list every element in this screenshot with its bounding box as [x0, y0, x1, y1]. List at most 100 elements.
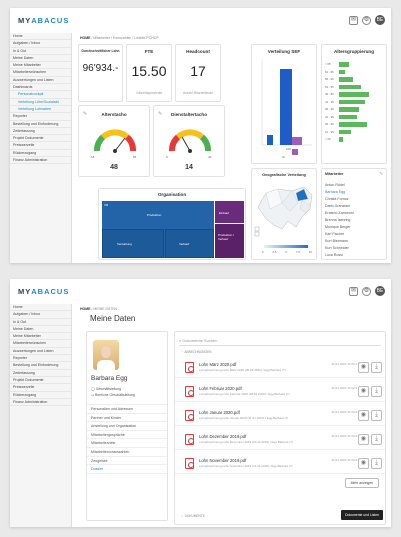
document-row[interactable]: Lohn November 2019.pdf Lohnabrechnung Loh…: [175, 454, 385, 474]
view-icon[interactable]: ◉: [358, 434, 369, 445]
avatar[interactable]: BE: [375, 15, 385, 25]
download-icon[interactable]: ⤓: [371, 458, 382, 469]
sidebar-item[interactable]: Personalcockpit: [10, 91, 71, 99]
age-bar: [339, 62, 349, 67]
sidebar-item[interactable]: Preiswerzeile: [10, 384, 71, 392]
document-name[interactable]: Lohn Februar 2020.pdf: [199, 386, 242, 391]
treemap-verwaltung[interactable]: [102, 229, 164, 258]
document-meta: Lohnabrechnung Lohn März 2020 (05.03.202…: [199, 368, 286, 372]
sidebar-item[interactable]: Rückerzugang: [10, 150, 71, 158]
list-item[interactable]: Kurt Biermann: [322, 238, 386, 245]
list-item[interactable]: Anton Rüdel: [322, 182, 386, 189]
treemap-verkauf[interactable]: [165, 229, 214, 258]
sidebar-item[interactable]: Rückerzugang: [10, 392, 71, 399]
sidebar-item[interactable]: Meine Mitarbeiter: [10, 62, 71, 70]
profile-menu-item[interactable]: Mitarbeitervorauszahlen: [87, 448, 167, 457]
sidebar-item[interactable]: Projekt Dokumente: [10, 377, 71, 385]
view-icon[interactable]: ◉: [358, 386, 369, 397]
download-icon[interactable]: ⤓: [371, 362, 382, 373]
profile-menu-item[interactable]: Mitarbeitergespräche: [87, 431, 167, 440]
document-row[interactable]: Lohn Februar 2020.pdf Lohnabrechnung Lohn…: [175, 382, 385, 402]
search-input[interactable]: ⌕ Dokumente Suchen: [179, 336, 381, 346]
document-name[interactable]: Lohn März 2020.pdf: [199, 362, 236, 367]
list-item[interactable]: Dario Granziani: [322, 203, 386, 210]
view-icon[interactable]: ◉: [358, 410, 369, 421]
download-icon[interactable]: ⤓: [371, 434, 382, 445]
sidebar-item[interactable]: Reporter: [10, 355, 71, 363]
sidebar-item[interactable]: Mitarbeiterwünschen: [10, 340, 71, 348]
sidebar-item[interactable]: Finanz Administration: [10, 399, 71, 407]
mail-icon[interactable]: ✉: [349, 15, 358, 25]
edit-icon[interactable]: ✎: [380, 171, 383, 176]
sidebar-item[interactable]: Projekt Dokumente: [10, 135, 71, 143]
age-bar-row: 31 - 35: [325, 114, 383, 122]
section-dokumente[interactable]: ⌄ DOKUMENTE: [181, 514, 205, 518]
sidebar-item[interactable]: Aufgaben / Inbox: [10, 40, 71, 48]
sidebar-item[interactable]: Zeiterfassung: [10, 370, 71, 377]
profile-menu-item[interactable]: Personalien und Adressen: [87, 405, 167, 414]
view-icon[interactable]: ◉: [358, 458, 369, 469]
settings-icon[interactable]: ⚙: [362, 286, 371, 296]
sef-legend-swatch: [292, 149, 298, 155]
profile-menu-item[interactable]: Partner und Kinder: [87, 414, 167, 423]
list-item[interactable]: Luca Rossi: [322, 252, 386, 259]
sidebar-item[interactable]: In & Out: [10, 48, 71, 55]
sidebar-item[interactable]: Preiswerzeile: [10, 142, 71, 150]
age-group-label: 56 - 60: [325, 77, 334, 81]
pdf-icon: [185, 362, 194, 373]
sidebar-item[interactable]: Zeiterfassung: [10, 128, 71, 136]
sidebar-item[interactable]: Reporter: [10, 113, 71, 121]
app-logo[interactable]: MYABACUS: [18, 16, 69, 25]
sidebar: Home Aufgaben / Inbox In & Out Meine Daten M…: [10, 304, 72, 527]
list-item[interactable]: Christa Fornoz: [322, 196, 386, 203]
list-item[interactable]: Karl Fischer: [322, 231, 386, 238]
sidebar-item[interactable]: Verteilung Löhe/Sozialabl.: [10, 99, 71, 106]
sidebar-item[interactable]: Meine Mitarbeiter: [10, 333, 71, 341]
avatar[interactable]: BE: [375, 286, 385, 296]
list-item[interactable]: Monique Berger: [322, 224, 386, 231]
sidebar-item[interactable]: Meine Daten: [10, 326, 71, 334]
sidebar-item[interactable]: Verteilung Lohnarten: [10, 106, 71, 114]
document-name[interactable]: Lohn November 2019.pdf: [199, 458, 246, 463]
download-icon[interactable]: ⤓: [371, 410, 382, 421]
list-item[interactable]: Erasmo Zamoroni: [322, 210, 386, 217]
document-row[interactable]: Lohn Januar 2020.pdf Lohnabrechnung Lohn …: [175, 406, 385, 426]
sidebar-item[interactable]: In & Out: [10, 319, 71, 326]
swiss-map[interactable]: [252, 169, 318, 261]
sidebar-item[interactable]: Home: [10, 304, 71, 312]
profile-menu-item[interactable]: Mitarbeiterziele: [87, 439, 167, 448]
sidebar-item[interactable]: Bestellung und Einforderung: [10, 362, 71, 370]
mail-icon[interactable]: ✉: [349, 286, 358, 296]
sidebar-item[interactable]: Home: [10, 33, 71, 41]
section-abrechnungen[interactable]: ⌃ ABRECHNUNGEN: [181, 350, 212, 354]
list-item[interactable]: Brenna Isenring: [322, 217, 386, 224]
document-name[interactable]: Lohn Januar 2020.pdf: [199, 410, 240, 415]
sidebar-item[interactable]: Finanz Administration: [10, 157, 71, 165]
settings-icon[interactable]: ⚙: [362, 15, 371, 25]
sidebar-item[interactable]: Meine Daten: [10, 55, 71, 63]
profile-menu-item[interactable]: Dossier: [87, 465, 167, 474]
document-row[interactable]: Lohn März 2020.pdf Lohnabrechnung Lohn Mä…: [175, 358, 385, 378]
age-bar: [339, 92, 369, 97]
alterstacho-value: 48: [110, 164, 118, 171]
app-logo[interactable]: MYABACUS: [18, 287, 69, 296]
documents-panel: ⌕ Dokumente Suchen ⌃ ABRECHNUNGEN Lohn M…: [174, 331, 386, 525]
document-meta: Lohnabrechnung Lohn Februar 2020 (28.02.…: [199, 392, 290, 396]
show-more-button[interactable]: Mehr anzeigen: [344, 478, 379, 488]
sidebar-item[interactable]: Bestellung und Einforderung: [10, 121, 71, 128]
profile-menu-item[interactable]: Zeugnisse: [87, 457, 167, 466]
treemap-logistik[interactable]: [215, 224, 244, 258]
sidebar-item[interactable]: Mitarbeiterwünschen: [10, 69, 71, 77]
list-item[interactable]: Kurt Schneider: [322, 245, 386, 252]
sidebar-item[interactable]: Aufgaben / Inbox: [10, 311, 71, 319]
profile-name: Barbara Egg: [91, 375, 128, 382]
profile-menu-item[interactable]: Anstellung und Organisation: [87, 422, 167, 431]
list-item[interactable]: Barbara Egg: [322, 189, 386, 196]
document-name[interactable]: Lohn Dezember 2019.pdf: [199, 434, 246, 439]
sidebar-item[interactable]: Auswertungen und Listen: [10, 77, 71, 85]
download-icon[interactable]: ⤓: [371, 386, 382, 397]
view-icon[interactable]: ◉: [358, 362, 369, 373]
sidebar-item[interactable]: Dashboards: [10, 84, 71, 92]
document-row[interactable]: Lohn Dezember 2019.pdf Lohnabrechnung Loh…: [175, 430, 385, 450]
sidebar-item[interactable]: Auswertungen und Listen: [10, 348, 71, 356]
